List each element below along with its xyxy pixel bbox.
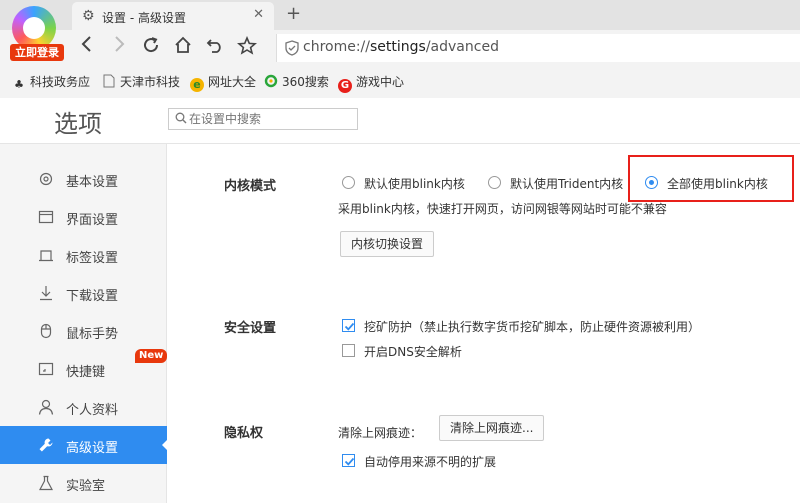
game-center-icon: G (338, 79, 352, 93)
bookmark-item[interactable]: ♣ 科技政务应 (12, 73, 90, 92)
globe-icon: e (190, 78, 204, 92)
new-tab-button[interactable]: + (286, 3, 301, 24)
forward-icon (115, 36, 125, 52)
sidebar-item-basic[interactable]: 基本设置 (0, 160, 167, 198)
settings-search[interactable] (168, 108, 358, 130)
mouse-icon (40, 323, 52, 339)
settings-header: 选项 (0, 98, 800, 144)
keyboard-icon (38, 362, 54, 376)
person-icon (38, 399, 54, 415)
browser-chrome: 立即登录 ⚙ 设置 - 高级设置 ✕ + chrome://settings/a… (0, 0, 800, 98)
gear-icon (39, 172, 53, 186)
page-title: 选项 (54, 110, 102, 138)
window-icon (38, 210, 54, 224)
login-button[interactable]: 立即登录 (10, 44, 64, 61)
kernel-section-label: 内核模式 (224, 179, 277, 194)
home-icon (175, 36, 191, 53)
sidebar-item-mouse[interactable]: 鼠标手势 (0, 312, 167, 350)
undo-icon (206, 39, 221, 53)
privacy-section-label: 隐私权 (224, 426, 264, 441)
checkbox-checked[interactable] (342, 454, 355, 467)
url-text: chrome://settings/advanced (303, 39, 499, 55)
undo-close-button[interactable] (204, 36, 226, 58)
home-button[interactable] (172, 36, 194, 58)
tab-title: 设置 - 高级设置 (102, 11, 186, 25)
tab-icon (39, 250, 53, 262)
360-search-icon (264, 74, 278, 88)
radio-button[interactable] (488, 176, 501, 189)
sidebar-item-tabs[interactable]: 标签设置 (0, 236, 167, 274)
flask-icon (39, 475, 53, 491)
security-section-label: 安全设置 (224, 321, 277, 336)
search-input[interactable] (189, 111, 353, 127)
address-bar[interactable]: chrome://settings/advanced (276, 34, 800, 62)
bookmark-item[interactable]: 天津市科技 (102, 73, 180, 90)
bookmark-item[interactable]: e 网址大全 (190, 73, 256, 92)
clover-icon: ♣ (14, 78, 24, 91)
star-icon (236, 35, 258, 55)
radio-button[interactable] (342, 176, 355, 189)
reload-icon (144, 37, 159, 53)
checkbox[interactable] (342, 344, 355, 357)
back-icon (81, 36, 91, 52)
close-icon[interactable]: ✕ (253, 7, 264, 22)
download-icon (40, 286, 52, 301)
clear-history-button[interactable]: 清除上网痕迹... (439, 415, 545, 441)
reload-button[interactable] (140, 36, 162, 58)
wrench-icon (39, 438, 53, 452)
tab-settings[interactable]: ⚙ 设置 - 高级设置 ✕ (72, 2, 274, 30)
highlight-box (628, 155, 794, 202)
checkbox-checked[interactable] (342, 319, 355, 332)
kernel-switch-button[interactable]: 内核切换设置 (340, 231, 435, 257)
page-icon (102, 74, 116, 88)
bookmarks-bar: ♣ 科技政务应 天津市科技 e 网址大全 360搜索 G 游戏中心 (0, 68, 800, 94)
sidebar-item-advanced[interactable]: 高级设置 (0, 426, 168, 464)
new-badge: New (135, 349, 168, 363)
forward-button[interactable] (108, 36, 130, 58)
bookmark-item[interactable]: 360搜索 (264, 73, 329, 90)
sidebar-item-interface[interactable]: 界面设置 (0, 198, 167, 236)
search-icon (175, 112, 187, 124)
back-button[interactable] (76, 36, 98, 58)
clear-history-label: 清除上网痕迹： (338, 426, 423, 440)
bookmark-item[interactable]: G 游戏中心 (338, 73, 404, 93)
favorite-button[interactable] (236, 35, 258, 58)
settings-sidebar: 基本设置 界面设置 标签设置 下载设置 鼠标手势 快捷键 个人资料 高级设置 实… (0, 144, 168, 503)
shield-icon (285, 40, 299, 56)
browser-logo[interactable]: 立即登录 (6, 4, 64, 61)
sidebar-item-lab[interactable]: 实验室 (0, 464, 167, 502)
gear-icon: ⚙ (82, 8, 95, 24)
kernel-note: 采用blink内核，快速打开网页，访问网银等网站时可能不兼容 (338, 202, 667, 216)
sidebar-item-download[interactable]: 下载设置 (0, 274, 167, 312)
sidebar-item-profile[interactable]: 个人资料 (0, 388, 167, 426)
